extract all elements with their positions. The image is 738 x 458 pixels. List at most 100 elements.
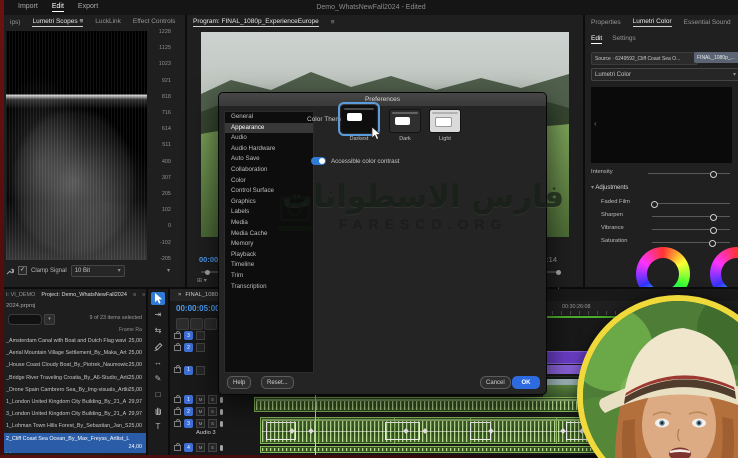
lock-icon[interactable] [174,333,181,339]
slider-faded-film[interactable]: Faded Film [591,198,732,208]
pref-category-auto-save[interactable]: Auto Save [225,154,313,165]
menu-edit[interactable]: Edit [52,3,64,12]
slider-track[interactable] [652,242,730,243]
reset-button[interactable]: Reset... [261,376,294,389]
track-target-button[interactable]: 2 [184,343,193,352]
selected-clip-segment[interactable] [266,422,297,440]
slip-tool[interactable]: ↔ [151,356,165,369]
pref-category-playback[interactable]: Playback [225,250,313,261]
ripple-edit-tool[interactable]: ⇆ [151,324,165,337]
playhead[interactable] [315,392,316,455]
slider-track[interactable] [652,229,730,230]
theme-option-dark[interactable]: Dark [389,109,421,142]
pref-category-appearance[interactable]: Appearance [225,123,313,134]
monitor-settings-icon[interactable]: ⊞ ▾ [197,277,207,284]
slider-knob[interactable] [651,201,658,208]
solo-button[interactable]: S [208,407,217,416]
effect-dropdown[interactable]: Lumetri Color▾ [591,68,738,81]
tab-lucklink[interactable]: LuckLink [95,18,121,27]
table-row[interactable]: 1_London United Kingdom City Building_By… [4,396,146,408]
tab-properties[interactable]: Properties [591,19,621,26]
track-visibility-icon[interactable] [196,331,205,340]
dialog-title-bar[interactable]: Preferences [219,93,546,106]
pref-category-media[interactable]: Media [225,218,313,229]
project-tab-active[interactable]: Project: Demo_WhatsNewFall2024 [41,292,127,298]
pref-category-collaboration[interactable]: Collaboration [225,165,313,176]
slider-saturation[interactable]: Saturation [591,237,732,247]
audio3-track-label[interactable]: Audio 3 [196,430,216,436]
project-tab-vi-demo[interactable]: t: VI_DEMO [6,292,35,298]
track-target-button[interactable]: 3 [184,419,193,428]
panel-menu-icon[interactable]: ≡ [133,292,136,298]
table-row[interactable]: _Drone Spain Cambrero Sea_By_Img-visuals… [4,384,146,396]
ok-button[interactable]: OK [512,376,540,389]
tab-lumetri-color[interactable]: Lumetri Color [633,18,672,27]
menu-export[interactable]: Export [78,3,98,12]
hand-tool[interactable] [151,404,165,417]
search-input[interactable] [8,314,42,325]
track-target-button[interactable]: 2 [184,407,193,416]
track-target-button[interactable]: 1 [184,366,193,375]
table-row[interactable]: 2_Cliff Coast Sea Ocean_By_Max_Freyss_Ar… [4,433,146,453]
track-target-button[interactable]: 1 [184,395,193,404]
color-wheel-highlights[interactable] [710,247,738,287]
slider-vibrance[interactable]: Vibrance [591,224,732,234]
sequence-clip-button[interactable]: FINAL_1080p_... [694,52,738,63]
lock-icon[interactable] [174,421,181,427]
bit-depth-dropdown[interactable]: 10 Bit▾ [71,265,125,277]
table-row[interactable]: 1_Lohman Town Hills Forest_By_Sebastian_… [4,420,146,432]
solo-button[interactable]: S [208,419,217,428]
snap-icon[interactable] [176,318,189,330]
timeline-settings-icon[interactable] [204,318,217,330]
mic-icon[interactable] [220,445,223,451]
rectangle-tool[interactable]: □ [151,388,165,401]
mic-icon[interactable] [220,397,223,403]
pref-category-media-cache[interactable]: Media Cache [225,229,313,240]
wrench-icon[interactable] [6,267,14,275]
slider-knob[interactable] [710,227,717,234]
theme-option-light[interactable]: Light [429,109,461,142]
tab-overflow-icon[interactable]: » [142,292,145,298]
frame-rate-column-header[interactable]: Frame Ra [119,327,142,333]
close-icon[interactable]: × [178,292,181,298]
mute-button[interactable]: M [196,443,205,452]
pref-category-audio-hardware[interactable]: Audio Hardware [225,144,313,155]
subtab-settings[interactable]: Settings [612,35,636,44]
selected-clip-segment[interactable] [470,422,491,440]
menu-import[interactable]: Import [18,3,38,12]
type-tool[interactable]: T [151,420,165,433]
lock-icon[interactable] [174,367,181,373]
adjustments-section-header[interactable]: ▾ Adjustments [591,184,628,191]
table-row[interactable]: _Aerial Mountain Village Settlement_By_M… [4,347,146,359]
slider-sharpen[interactable]: Sharpen [591,211,732,221]
theme-thumbnail[interactable] [389,109,421,133]
clamp-signal-checkbox[interactable]: ✓ [18,266,27,275]
lock-icon[interactable] [174,445,181,451]
pref-category-color[interactable]: Color [225,176,313,187]
slider-knob[interactable] [710,214,717,221]
solo-button[interactable]: S [208,443,217,452]
pref-category-memory[interactable]: Memory [225,239,313,250]
tab-effect-controls[interactable]: Effect Controls [133,18,176,27]
lock-icon[interactable] [174,409,181,415]
track-visibility-icon[interactable] [196,343,205,352]
mic-icon[interactable] [220,421,223,427]
pen-tool[interactable]: ✎ [151,372,165,385]
table-row[interactable]: _House Coast Cloudy Boat_By_Piotrek_Naum… [4,359,146,371]
slider-knob[interactable] [709,240,716,247]
panel-chevron-icon[interactable]: ▾ [167,267,170,274]
mute-button[interactable]: M [196,407,205,416]
pref-category-control-surface[interactable]: Control Surface [225,186,313,197]
search-filter-icon[interactable]: ▾ [44,314,55,325]
track-target-button[interactable]: 3 [184,331,193,340]
table-row[interactable]: _Amsterdam Canal with Boat and Dutch Fla… [4,335,146,347]
mute-button[interactable]: M [196,395,205,404]
panel-menu-icon[interactable]: ≡ [331,19,335,26]
collapse-arrow-icon[interactable]: ‹ [594,119,597,128]
program-monitor-tab[interactable]: Program: FINAL_1080p_ExperienceEurope [193,18,319,27]
lock-icon[interactable] [174,345,181,351]
slider-track[interactable] [652,203,730,204]
pref-category-timeline[interactable]: Timeline [225,260,313,271]
track-target-button[interactable]: 4 [184,443,193,452]
table-row[interactable]: 3_London United Kingdom City Building_By… [4,408,146,420]
